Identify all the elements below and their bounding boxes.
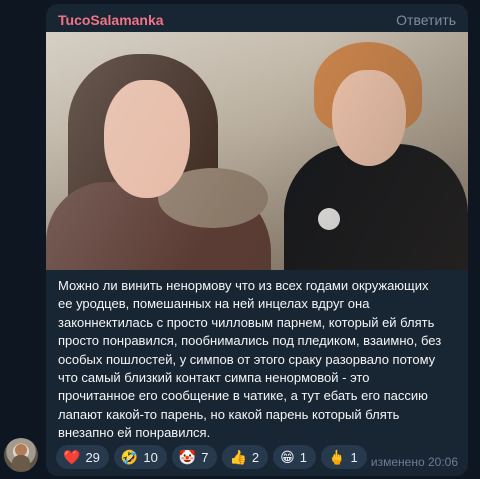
reaction-count: 10 [143, 449, 158, 465]
heart-icon: ❤️ [63, 449, 81, 465]
reaction-grin[interactable]: 😁 1 [273, 445, 316, 469]
reaction-clown[interactable]: 🤡 7 [171, 445, 218, 469]
reaction-count: 1 [299, 449, 307, 465]
sender-avatar[interactable] [4, 438, 38, 472]
message-text-line: внезапно ей понравился. [58, 425, 211, 441]
grin-icon: 😁 [280, 449, 295, 465]
reaction-thumbs-up[interactable]: 👍 2 [222, 445, 269, 469]
message-photo[interactable] [46, 32, 468, 270]
message-text-line: что самый близкий контакт симпа ненормов… [58, 370, 370, 386]
message-text-line: ее уродцев, помешанных на ней инцелах вд… [58, 296, 370, 312]
reaction-count: 2 [251, 449, 260, 465]
message-text-line: прочитанное его сообщение в чатике, а ту… [58, 388, 428, 404]
message-text-line: Можно ли винить ненормову что из всех го… [58, 278, 429, 293]
reaction-count: 7 [201, 449, 209, 465]
reaction-rofl[interactable]: 🤣 10 [113, 445, 167, 469]
reply-button[interactable]: Ответить [396, 12, 456, 28]
sender-name[interactable]: TucoSalamanka [58, 12, 164, 28]
avatar-body [12, 455, 30, 471]
message-text-line: законнектилась с просто чилловым парнем,… [58, 314, 435, 330]
message-text-line: просто понравился, пообнимались под плед… [58, 333, 442, 349]
photo-overlay [46, 32, 468, 270]
rofl-icon: 🤣 [120, 449, 139, 465]
reaction-middle-finger[interactable]: 🖕 1 [321, 445, 367, 469]
reaction-heart[interactable]: ❤️ 29 [56, 445, 109, 469]
thumbs-up-icon: 👍 [229, 449, 247, 465]
message-text-line: особых пошлостей, у симпов от этого срак… [58, 351, 436, 367]
clown-icon: 🤡 [178, 449, 197, 465]
reactions-bar: ❤️ 29 🤣 10 🤡 7 👍 2 😁 1 🖕 1 [56, 445, 367, 469]
edited-timestamp: изменено 20:06 [370, 455, 458, 469]
message-bubble: TucoSalamanka Ответить Можно ли винить н… [46, 4, 468, 476]
middle-finger-icon: 🖕 [328, 449, 346, 465]
reaction-count: 1 [350, 449, 358, 465]
message-text: Можно ли винить ненормову что из всех го… [58, 277, 458, 443]
reaction-count: 29 [85, 449, 100, 465]
message-text-line: лапают какой-то парень, но какой парень … [58, 406, 400, 422]
